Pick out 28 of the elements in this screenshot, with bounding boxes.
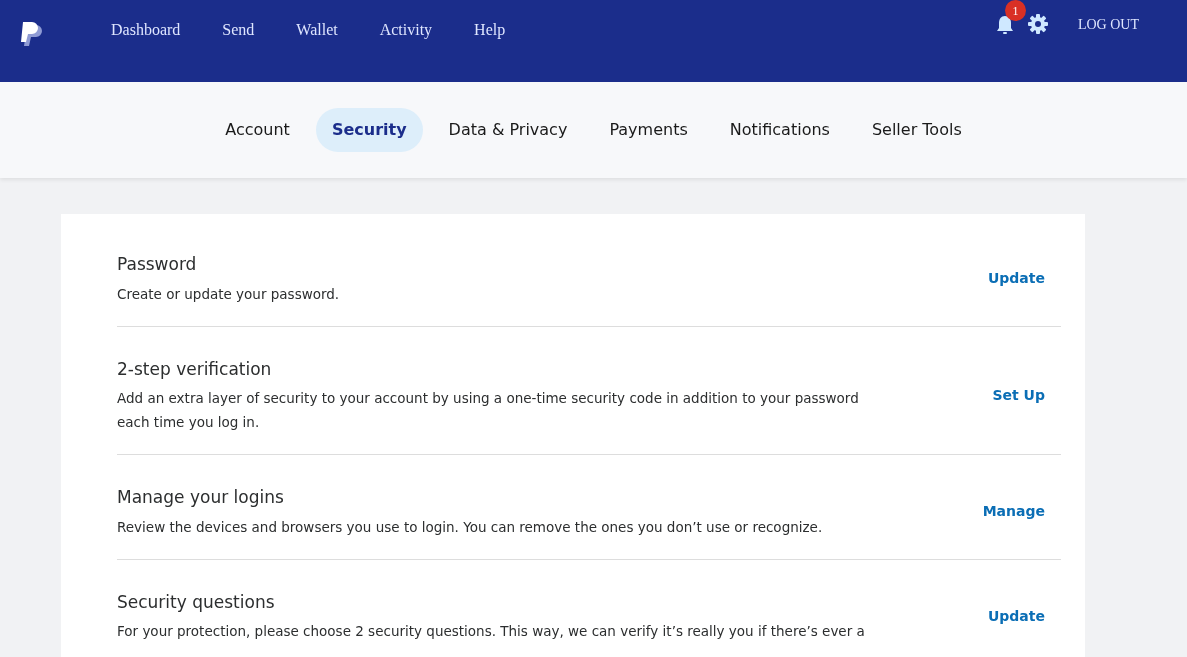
tab[interactable]: Payments [593, 108, 704, 152]
tab[interactable]: Security [315, 108, 423, 152]
nav-link[interactable]: Send [222, 18, 255, 42]
nav-link[interactable]: Help [474, 18, 506, 42]
section-title: 2-step verification [117, 357, 273, 381]
nav-link[interactable]: Wallet [296, 18, 338, 42]
section-title: Password [117, 253, 198, 276]
section-title: Security questions [117, 590, 276, 614]
nav-link[interactable]: Activity [379, 18, 433, 42]
nav-link[interactable]: Dashboard [111, 18, 181, 42]
bell-icon[interactable] [995, 14, 1014, 35]
tab[interactable]: Notifications [713, 108, 846, 152]
action-link[interactable]: Update [987, 605, 1045, 627]
logo-icon[interactable] [21, 21, 45, 49]
section-description: Create or update your password. [117, 284, 341, 304]
section-description: For your protection, please choose 2 security questions. This way, we can verify it’s really you if there’s ever a [117, 622, 866, 641]
action-link[interactable]: Update [987, 268, 1045, 290]
notification-count: 1 [1004, 0, 1026, 21]
action-link[interactable]: Set Up [992, 384, 1045, 406]
tab[interactable]: Account [209, 108, 306, 152]
section-title: Manage your logins [117, 486, 285, 509]
section-description: Review the devices and browsers you use to login. You can remove the ones you don’t use or recognize. [117, 517, 824, 537]
tab[interactable]: Seller Tools [855, 108, 978, 152]
settings-icon[interactable] [1027, 14, 1048, 34]
logout-button[interactable]: LOG OUT [1077, 13, 1139, 35]
tab[interactable]: Data & Privacy [432, 108, 584, 152]
section-description: Add an extra layer of security to your account by using a one-time security code in addition to your password each time you log in. [117, 389, 860, 432]
action-link[interactable]: Manage [982, 501, 1045, 523]
